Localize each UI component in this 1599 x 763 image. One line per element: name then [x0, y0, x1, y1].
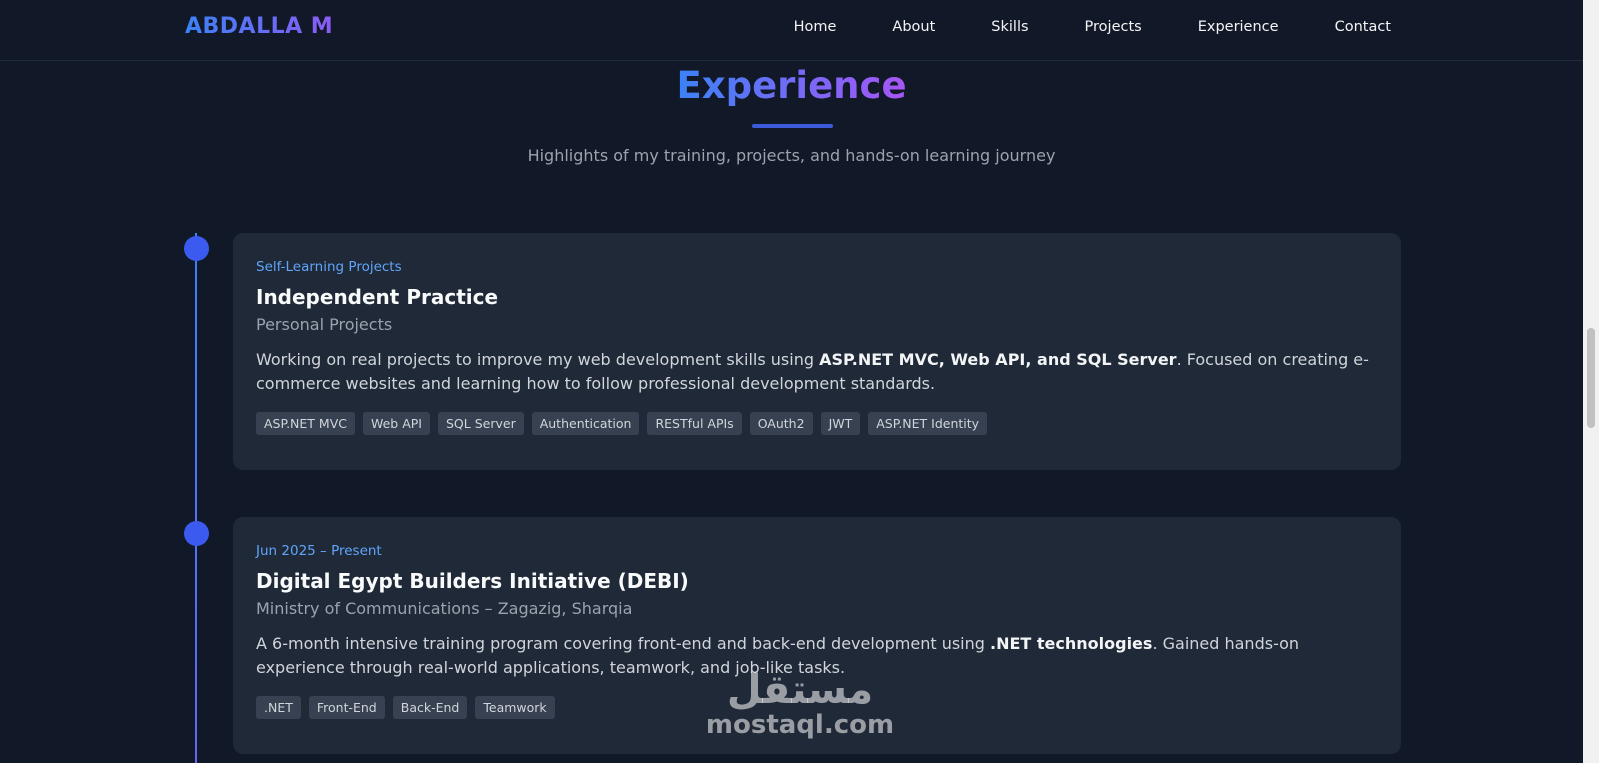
- description-highlight: ASP.NET MVC, Web API, and SQL Server: [819, 350, 1177, 369]
- experience-org: Personal Projects: [256, 315, 393, 334]
- section-title-text: Experience: [676, 64, 907, 107]
- description-text: A 6-month intensive training program cov…: [256, 634, 990, 653]
- tag: SQL Server: [438, 412, 524, 435]
- nav-link-skills[interactable]: Skills: [991, 19, 1028, 35]
- section-subtitle: Highlights of my training, projects, and…: [527, 146, 1056, 165]
- description-highlight: .NET technologies: [990, 634, 1153, 653]
- section-title: Experience: [0, 64, 1583, 107]
- title-underline: [752, 124, 833, 128]
- tag: Back-End: [392, 696, 468, 719]
- site-logo[interactable]: ABDALLA M: [185, 14, 333, 39]
- scrollbar-thumb[interactable]: [1587, 328, 1595, 428]
- nav-link-contact[interactable]: Contact: [1335, 19, 1391, 35]
- nav-link-projects[interactable]: Projects: [1085, 19, 1142, 35]
- tag: RESTful APIs: [647, 412, 742, 435]
- tag: ASP.NET Identity: [868, 412, 988, 435]
- nav-links: Home About Skills Projects Experience Co…: [794, 19, 1391, 35]
- tag-list: ASP.NET MVC Web API SQL Server Authentic…: [256, 412, 1378, 435]
- tag: .NET: [256, 696, 301, 719]
- experience-date: Jun 2025 – Present: [256, 543, 382, 559]
- nav-link-home[interactable]: Home: [794, 19, 837, 35]
- description-text: Working on real projects to improve my w…: [256, 350, 820, 369]
- tag: ASP.NET MVC: [256, 412, 355, 435]
- watermark-arabic: مستقل: [726, 667, 874, 713]
- watermark-latin: mostaql.com: [705, 710, 895, 740]
- timeline-dot: [184, 236, 209, 261]
- tag: Web API: [362, 412, 430, 435]
- tag: JWT: [820, 412, 861, 435]
- tag: Teamwork: [475, 696, 555, 719]
- experience-title: Independent Practice: [256, 285, 499, 309]
- nav-link-experience[interactable]: Experience: [1198, 19, 1279, 35]
- navbar: ABDALLA M Home About Skills Projects Exp…: [0, 0, 1583, 61]
- nav-link-about[interactable]: About: [892, 19, 935, 35]
- timeline-line: [195, 233, 197, 763]
- timeline-dot: [184, 521, 209, 546]
- experience-org: Ministry of Communications – Zagazig, Sh…: [256, 599, 633, 618]
- tag: Front-End: [308, 696, 385, 719]
- experience-card: Self-Learning Projects Independent Pract…: [233, 233, 1401, 470]
- experience-title: Digital Egypt Builders Initiative (DEBI): [256, 569, 689, 593]
- experience-description: Working on real projects to improve my w…: [256, 348, 1378, 396]
- tag: OAuth2: [749, 412, 813, 435]
- mostaql-watermark: مستقل mostaql.com: [700, 670, 900, 740]
- page-scrollbar[interactable]: [1583, 0, 1599, 763]
- tag: Authentication: [531, 412, 640, 435]
- experience-date: Self-Learning Projects: [256, 259, 402, 275]
